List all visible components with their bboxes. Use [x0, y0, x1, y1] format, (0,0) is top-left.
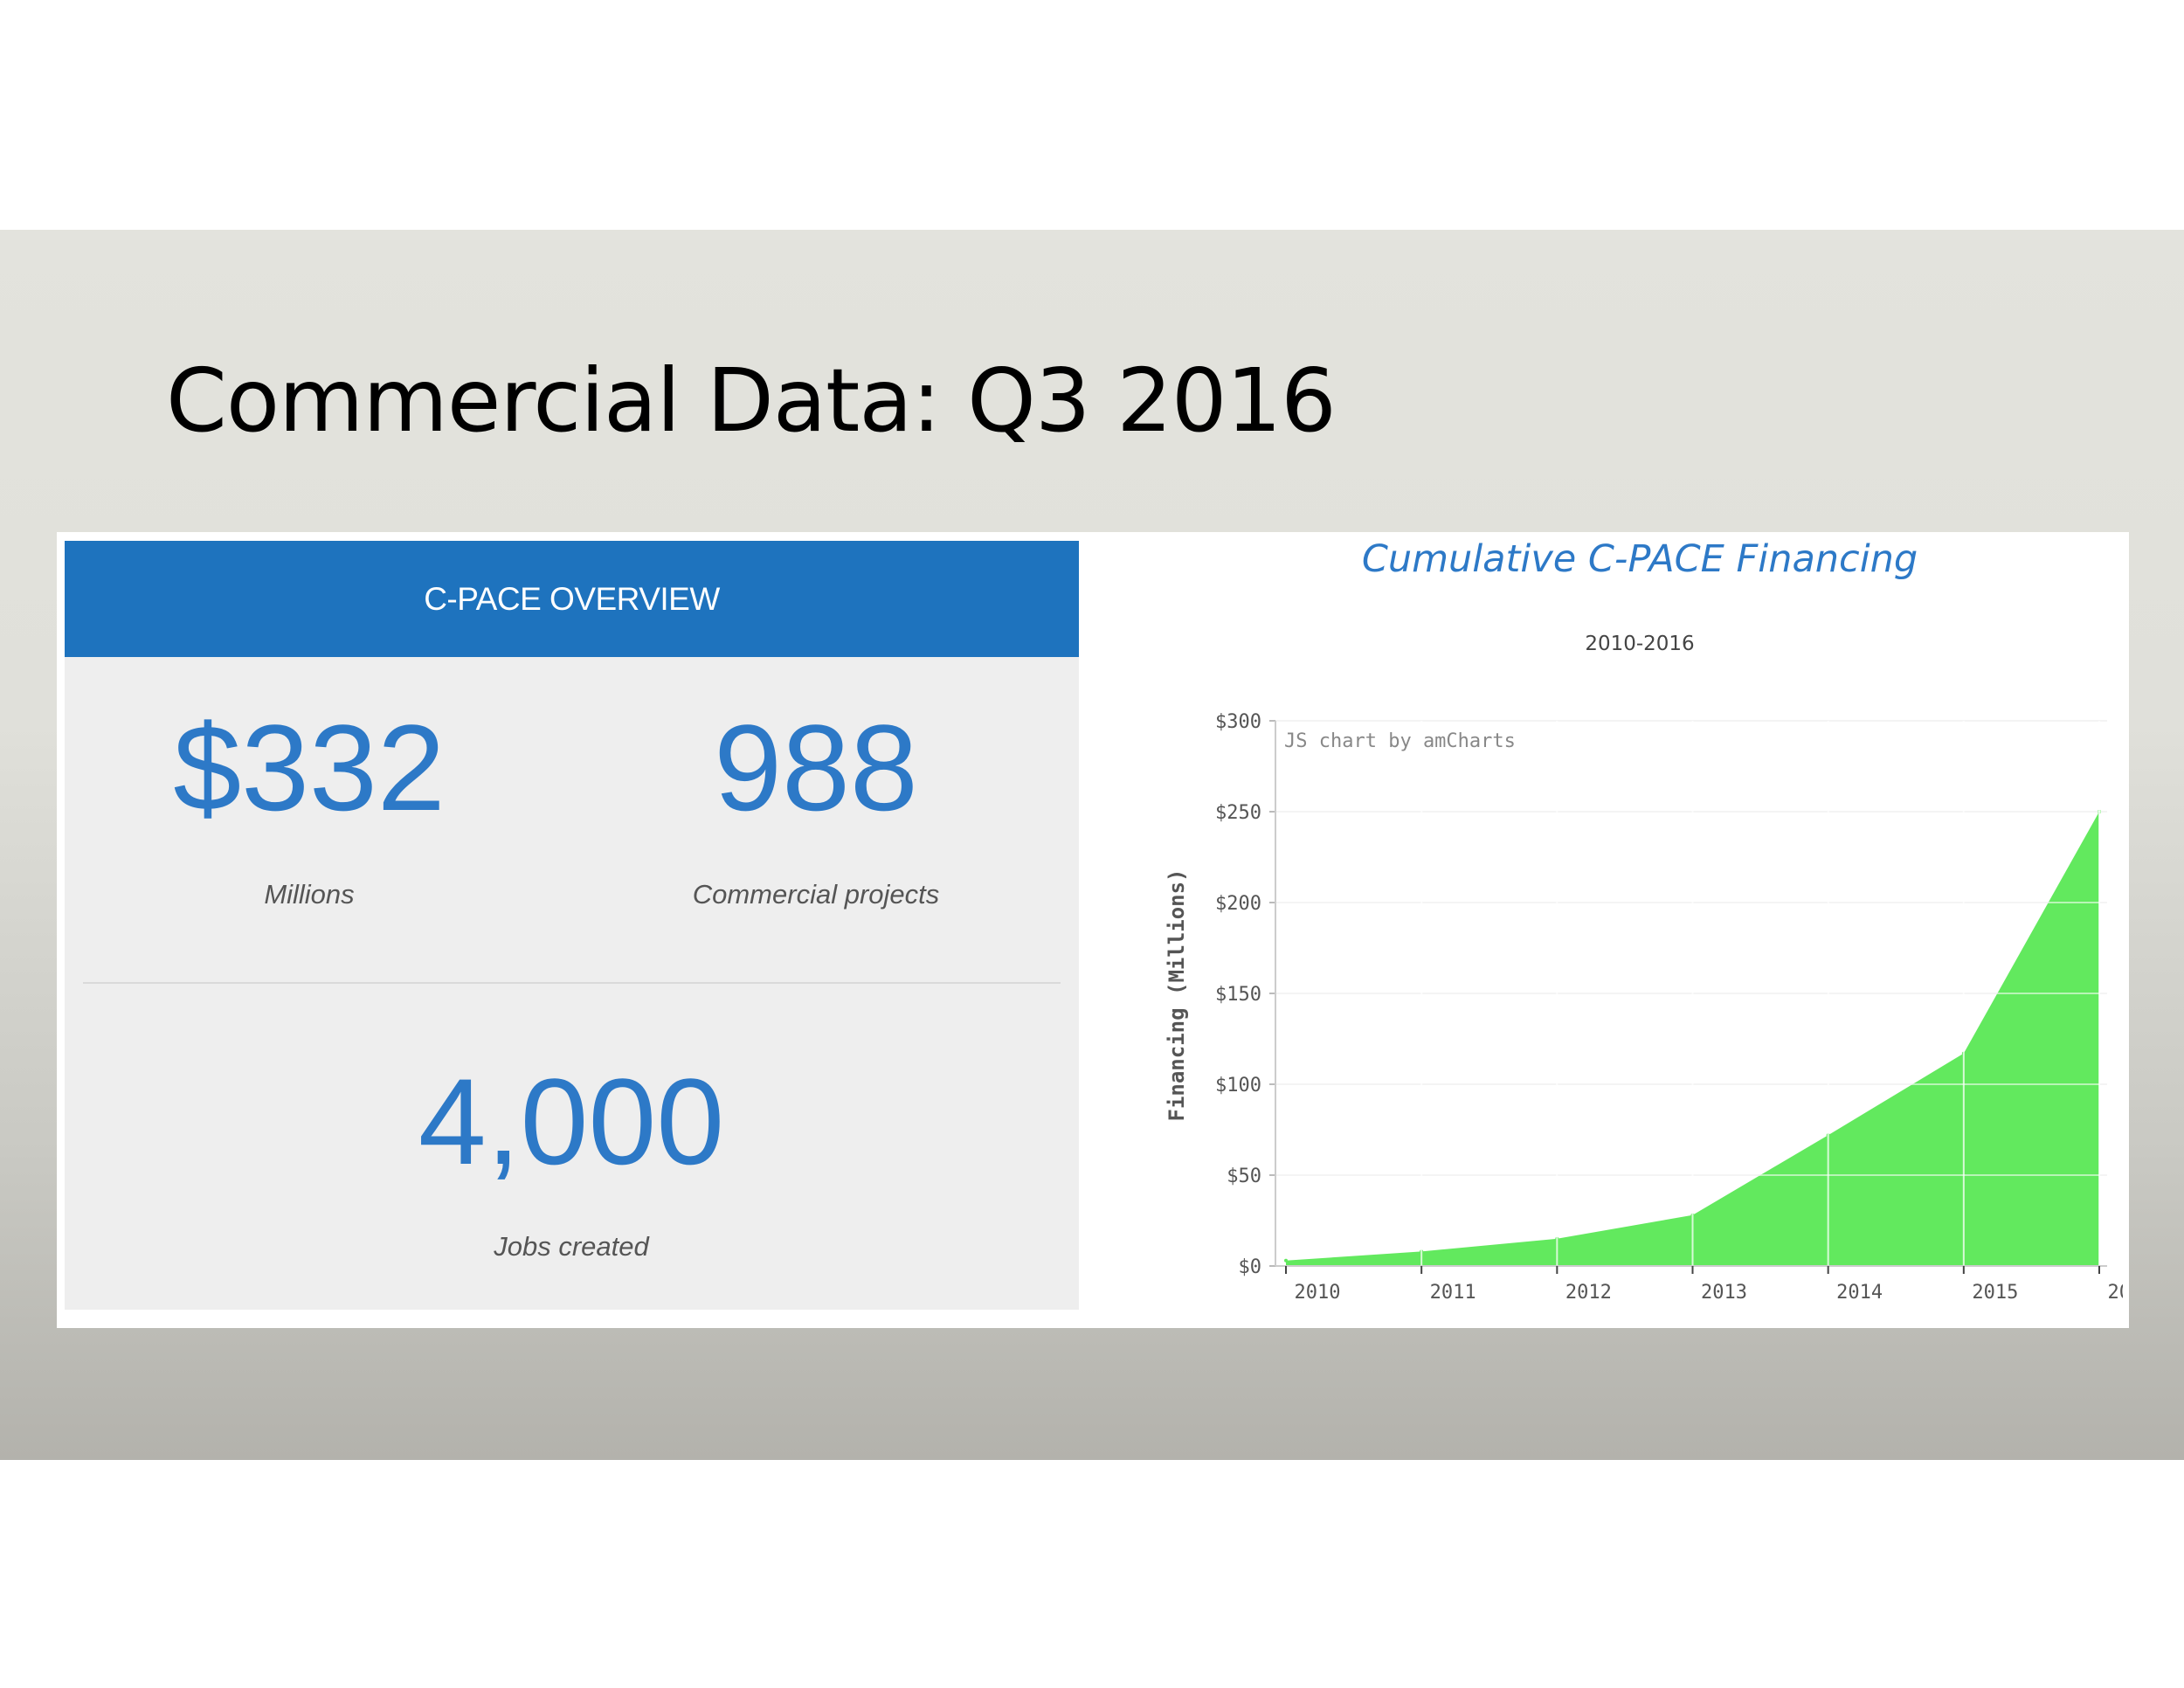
stat-jobs-label: Jobs created: [494, 1231, 649, 1262]
x-tick-label: 2014: [1836, 1282, 1883, 1304]
stat-financing-value: $332: [173, 699, 446, 836]
data-point: [1284, 1258, 1288, 1263]
stat-financing-label: Millions: [264, 879, 355, 910]
x-tick-label: 2013: [1701, 1282, 1747, 1304]
chart-title: Cumulative C-PACE Financing: [1362, 537, 1918, 581]
y-tick-label: $100: [1215, 1075, 1261, 1097]
y-tick-label: $300: [1215, 711, 1261, 733]
overview-divider: [83, 982, 1061, 984]
y-tick-label: $250: [1215, 802, 1261, 824]
stat-projects-label: Commercial projects: [692, 879, 940, 910]
x-tick-label: 2015: [1972, 1282, 2018, 1304]
stat-projects-value: 988: [714, 699, 918, 836]
slide-title: Commercial Data: Q3 2016: [166, 349, 1337, 452]
stat-jobs-value: 4,000: [418, 1053, 725, 1190]
overview-header: C-PACE OVERVIEW: [65, 541, 1079, 657]
financing-chart: Cumulative C-PACE Financing 2010-2016 $0…: [1165, 537, 2123, 1304]
y-tick-label: $150: [1215, 984, 1261, 1006]
y-tick-label: $50: [1227, 1166, 1261, 1187]
overview-card: C-PACE OVERVIEW $332 Millions 988 Commer…: [65, 541, 1079, 1310]
y-tick-label: $0: [1239, 1256, 1262, 1278]
y-tick-label: $200: [1215, 893, 1261, 915]
x-tick-label: 2012: [1565, 1282, 1612, 1304]
y-axis-title: Financing (Millions): [1165, 869, 1189, 1122]
x-tick-label: 2010: [1295, 1282, 1341, 1304]
chart-watermark: JS chart by amCharts: [1284, 730, 1516, 752]
chart-subtitle: 2010-2016: [1585, 633, 1694, 655]
x-tick-label: 2016: [2108, 1282, 2123, 1304]
x-tick-label: 2011: [1430, 1282, 1476, 1304]
